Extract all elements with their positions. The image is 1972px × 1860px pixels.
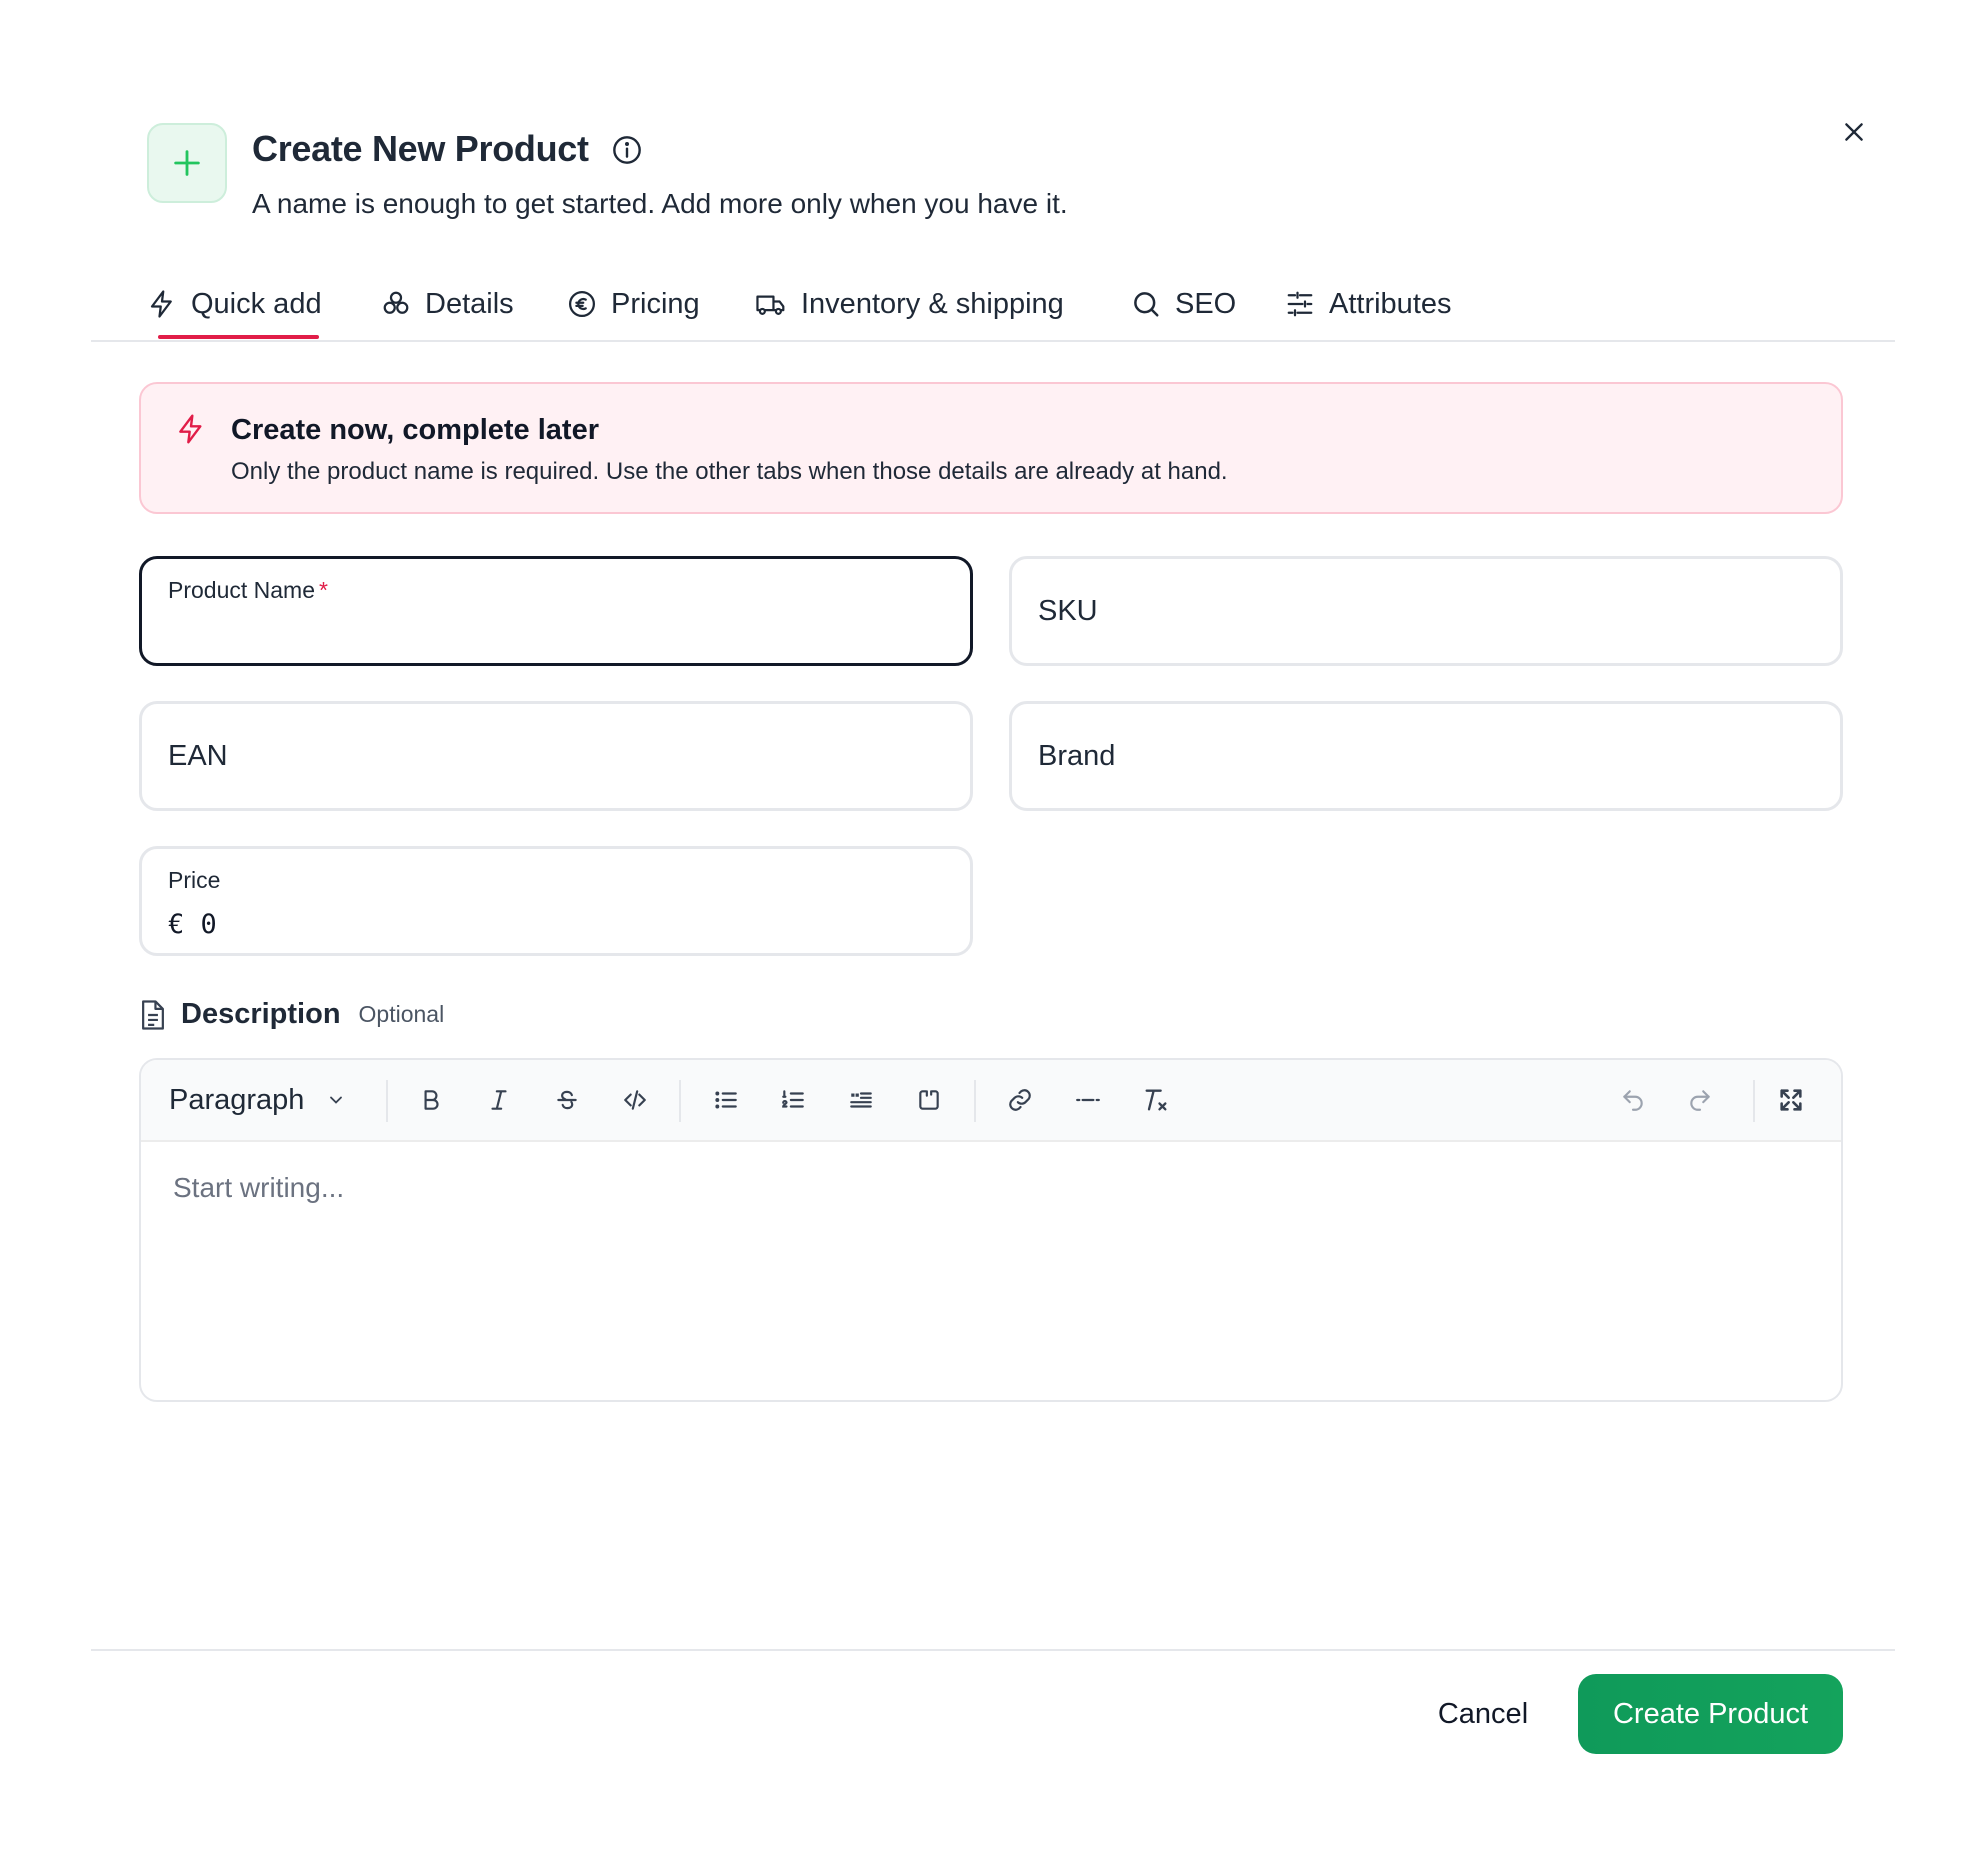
product-name-label-text: Product Name [168,577,316,603]
fullscreen-button[interactable] [1769,1078,1813,1122]
code-block-icon [919,1090,939,1110]
ean-label: EAN [168,740,228,772]
banner-title: Create now, complete later [231,414,599,446]
description-optional-tag: Optional [358,1001,445,1027]
ean-field[interactable]: EAN [139,701,973,811]
editor-toolbar: Paragraph [141,1060,1841,1142]
clear-formatting-icon [1145,1089,1167,1111]
document-icon [142,999,164,1030]
italic-button[interactable] [477,1078,521,1122]
expand-icon [1780,1089,1802,1111]
banner-text: Only the product name is required. Use t… [231,458,1228,485]
redo-button[interactable] [1678,1078,1722,1122]
redo-icon [1690,1090,1710,1111]
ordered-list-button[interactable] [771,1078,815,1122]
strikethrough-button[interactable] [545,1078,589,1122]
toolbar-divider [386,1080,388,1122]
block-type-select[interactable]: Paragraph [169,1078,346,1122]
toolbar-divider [679,1080,681,1122]
tab-pricing[interactable]: Pricing [567,268,700,340]
required-marker: * [319,577,328,603]
horizontal-rule-button[interactable] [1066,1078,1110,1122]
link-button[interactable] [998,1078,1042,1122]
strikethrough-icon [557,1090,577,1110]
editor-placeholder[interactable]: Start writing... [173,1172,344,1204]
italic-icon [491,1090,507,1110]
active-tab-indicator [158,335,319,339]
sku-label: SKU [1038,595,1098,627]
create-product-button[interactable]: Create Product [1578,1674,1843,1754]
tab-attributes[interactable]: Attributes [1285,268,1452,340]
link-icon [1009,1089,1031,1111]
ordered-list-icon [782,1090,804,1108]
tab-label: Pricing [611,287,700,320]
footer-divider [91,1649,1895,1651]
cancel-button[interactable]: Cancel [1418,1674,1548,1754]
tab-bar: Quick add Details Pricing Inventory & sh… [91,268,1895,342]
search-icon [1134,292,1159,317]
create-product-dialog: Create New Product A name is enough to g… [0,0,1972,1860]
description-header: Description Optional [139,998,444,1031]
undo-button[interactable] [1611,1078,1655,1122]
tab-label: Inventory & shipping [801,287,1064,320]
plus-icon [174,150,200,176]
sliders-icon [1287,291,1313,317]
tab-label: Details [425,287,514,320]
toolbar-divider [1753,1080,1755,1122]
lightning-icon [179,414,202,444]
bold-icon [424,1090,439,1110]
price-label: Price [168,867,221,893]
product-name-field[interactable]: Product Name * [139,556,973,666]
tab-label: Quick add [191,287,322,320]
brand-label: Brand [1038,740,1116,772]
product-name-label: Product Name * [168,577,328,604]
bullet-list-icon [715,1091,737,1109]
sku-field[interactable]: SKU [1009,556,1843,666]
bullet-list-button[interactable] [704,1078,748,1122]
toolbar-divider [974,1080,976,1122]
tab-details[interactable]: Details [381,268,514,340]
info-icon[interactable] [611,134,643,166]
truck-icon [756,295,785,315]
tab-label: Attributes [1329,287,1452,320]
blockquote-icon [850,1092,872,1108]
info-banner: Create now, complete later Only the prod… [139,382,1843,514]
rich-text-editor[interactable]: Paragraph Start writing... [139,1058,1843,1402]
clear-formatting-button[interactable] [1134,1078,1178,1122]
plus-icon-badge [147,123,227,203]
block-type-value: Paragraph [169,1083,305,1116]
undo-icon [1623,1090,1643,1111]
code-button[interactable] [613,1078,657,1122]
tab-label: SEO [1175,287,1237,320]
brand-field[interactable]: Brand [1009,701,1843,811]
tab-quick-add[interactable]: Quick add [147,268,322,340]
dialog-title: Create New Product [252,128,589,169]
price-value[interactable]: € 0 [168,909,217,940]
dialog-subtitle: A name is enough to get started. Add mor… [252,188,1068,219]
price-field[interactable]: Price € 0 [139,846,973,956]
shapes-icon [383,291,409,314]
code-block-button[interactable] [907,1078,951,1122]
blockquote-button[interactable] [839,1078,883,1122]
euro-circle-icon [569,291,595,317]
tab-inventory-shipping[interactable]: Inventory & shipping [755,268,1064,340]
horizontal-rule-icon [1076,1098,1100,1102]
tab-seo[interactable]: SEO [1131,268,1236,340]
code-icon [624,1090,646,1110]
close-icon [1845,123,1863,141]
description-label: Description [181,998,341,1030]
lightning-icon [150,290,172,318]
close-button[interactable] [1836,114,1872,150]
chevron-down-icon [330,1096,343,1104]
bold-button[interactable] [409,1078,453,1122]
